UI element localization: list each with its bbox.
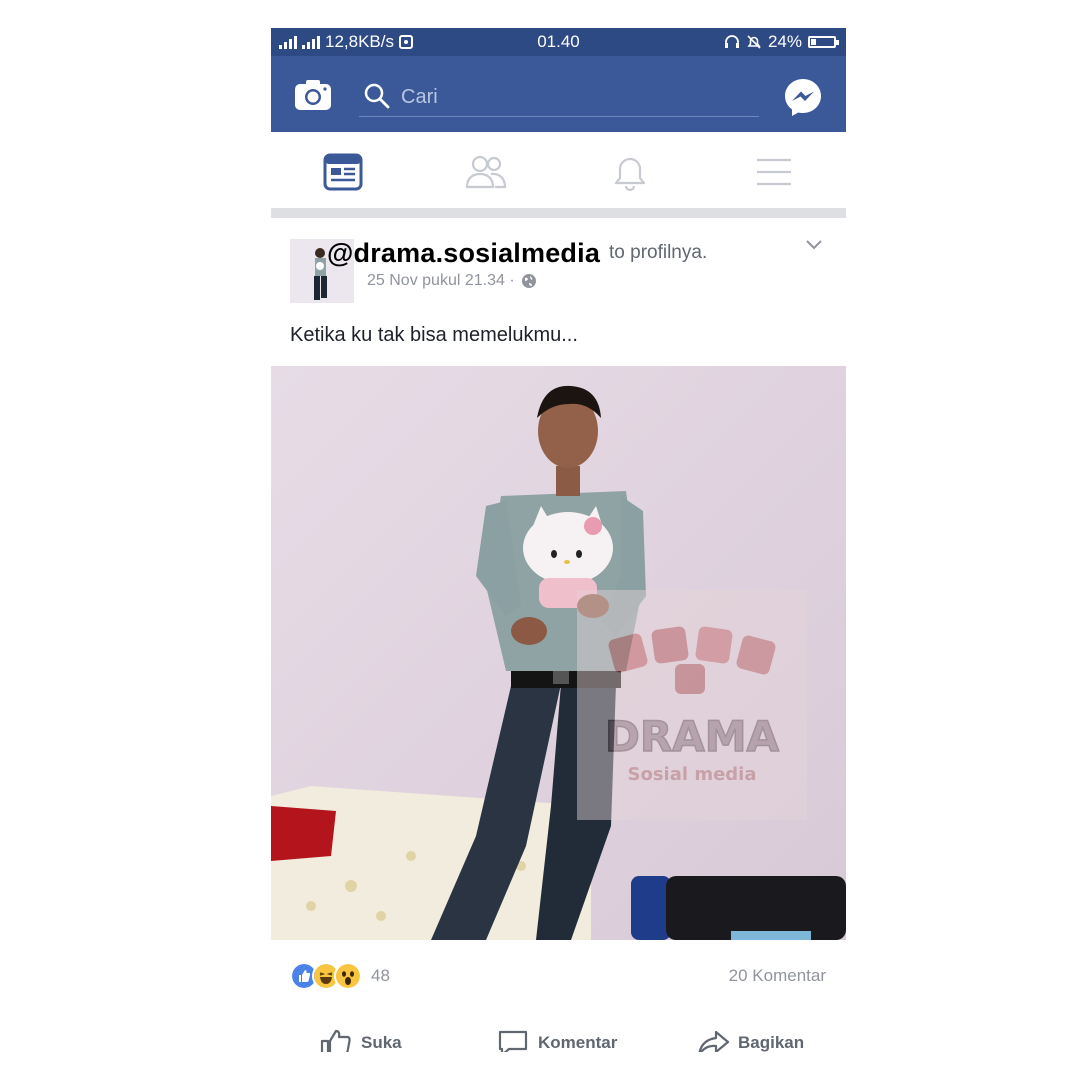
status-right: 24% — [724, 32, 839, 52]
phone-screen: 12,8KB/s 01.40 24% Cari @drama.sosialmed… — [271, 28, 846, 1052]
search-input[interactable] — [399, 82, 743, 112]
tab-notifications-icon[interactable] — [608, 150, 652, 194]
reaction-count: 48 — [371, 966, 390, 985]
thumbs-up-icon — [320, 1029, 351, 1052]
photo-image: DRAMA Sosial media — [271, 366, 846, 940]
post-meta: 25 Nov pukul 21.34 · — [367, 272, 537, 290]
share-label: Bagikan — [738, 1033, 805, 1052]
chevron-down-icon[interactable] — [804, 238, 824, 252]
battery-percent: 24% — [767, 32, 802, 51]
tab-news-feed-icon[interactable] — [321, 150, 365, 194]
like-label: Suka — [361, 1033, 402, 1052]
watermark-logo-subtitle: Sosial media — [628, 764, 757, 785]
post-actions: Suka Komentar Bagikan — [271, 1028, 846, 1052]
tab-menu-icon[interactable] — [752, 150, 796, 194]
post-photo[interactable]: DRAMA Sosial media — [271, 366, 846, 940]
tab-friends-icon[interactable] — [464, 150, 508, 194]
comment-button[interactable]: Komentar — [496, 1028, 617, 1052]
tab-bar — [271, 132, 846, 212]
watermark-logo-title: DRAMA — [605, 712, 780, 761]
watermark-handle: @drama.sosialmedia — [327, 238, 601, 268]
reaction-icons — [290, 962, 362, 990]
comment-count[interactable]: 20 Komentar — [729, 966, 826, 986]
search-bar[interactable] — [359, 76, 759, 117]
post-header-text: to profilnya. — [609, 242, 708, 263]
app-header — [271, 56, 846, 132]
comment-icon — [498, 1030, 528, 1052]
status-bar: 12,8KB/s 01.40 24% — [271, 28, 846, 56]
reaction-summary[interactable]: 48 20 Komentar — [271, 958, 846, 992]
post-text: Ketika ku tak bisa memelukmu... — [290, 324, 578, 346]
post-timestamp[interactable]: 25 Nov pukul 21.34 · — [367, 272, 515, 290]
globe-icon — [521, 274, 536, 288]
comment-label: Komentar — [538, 1033, 618, 1052]
feed-divider — [271, 208, 846, 218]
alarm-mute-icon — [747, 35, 761, 49]
share-icon — [698, 1030, 730, 1052]
share-button[interactable]: Bagikan — [696, 1028, 804, 1052]
battery-icon — [808, 36, 839, 48]
wow-reaction-icon — [334, 962, 362, 990]
search-icon — [364, 83, 390, 109]
like-button[interactable]: Suka — [319, 1028, 402, 1052]
messenger-icon[interactable] — [782, 76, 824, 118]
battery-fill — [811, 39, 817, 45]
headset-icon — [724, 35, 739, 48]
camera-icon[interactable] — [293, 78, 333, 112]
